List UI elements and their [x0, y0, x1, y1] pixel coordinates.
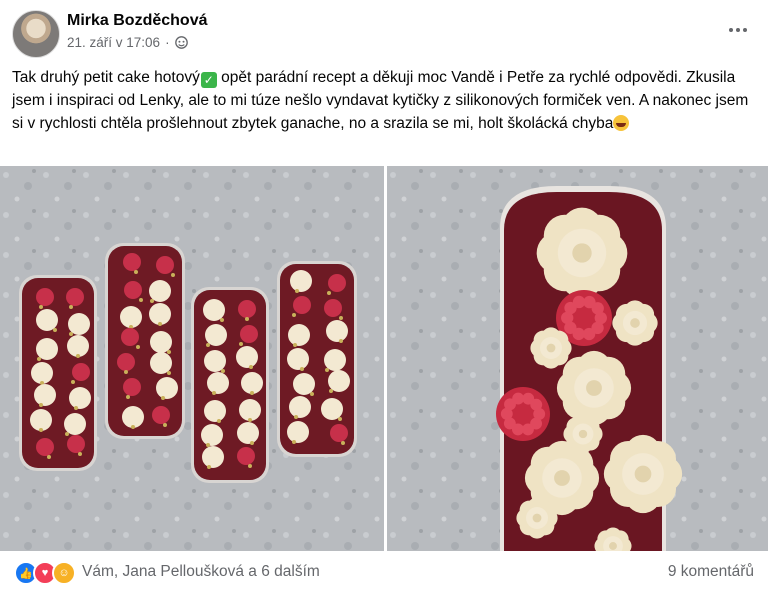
- post-text-part-1: Tak druhý petit cake hotový: [12, 69, 200, 86]
- check-mark-emoji-icon: ✓: [200, 72, 217, 88]
- friends-globe-icon[interactable]: [174, 36, 188, 49]
- reaction-icons[interactable]: 👍 ♥ ☺: [14, 561, 76, 585]
- post-photo-1[interactable]: [0, 166, 384, 551]
- reaction-names[interactable]: Vám, Jana Pelloušková a 6 dalším: [82, 563, 320, 581]
- comments-count[interactable]: 9 komentářů: [668, 563, 754, 581]
- author-avatar[interactable]: [12, 10, 60, 58]
- post-footer: 👍 ♥ ☺ Vám, Jana Pelloušková a 6 dalším 9…: [0, 553, 768, 593]
- cakes-photo: [0, 166, 384, 551]
- post-text: Tak druhý petit cake hotový ✓ opět parádn…: [12, 66, 756, 135]
- care-reaction-icon: ☺: [52, 561, 76, 585]
- more-options-icon[interactable]: [726, 20, 750, 40]
- cake-closeup-photo: [387, 166, 768, 551]
- sep: ·: [165, 35, 170, 50]
- author-name[interactable]: Mirka Bozděchová: [67, 12, 207, 30]
- post-header: Mirka Bozděchová 21. září v 17:06 ·: [0, 0, 768, 62]
- post-timestamp[interactable]: 21. září v 17:06: [67, 35, 160, 50]
- post-meta: 21. září v 17:06 ·: [67, 35, 188, 50]
- laughing-emoji-icon: [613, 115, 630, 131]
- post-photo-2[interactable]: [387, 166, 768, 551]
